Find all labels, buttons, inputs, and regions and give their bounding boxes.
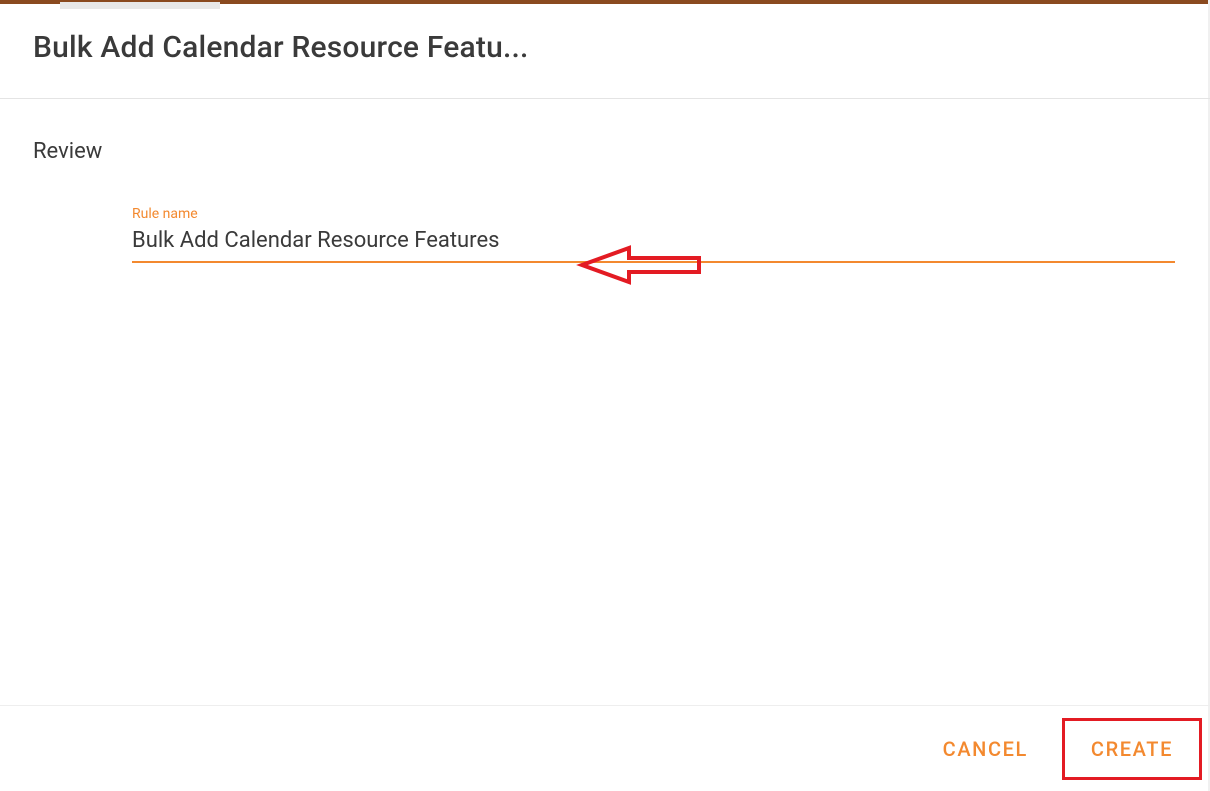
rule-name-field-wrap: Rule name — [132, 206, 1175, 263]
create-button[interactable]: CREATE — [1065, 721, 1199, 777]
dialog-title: Bulk Add Calendar Resource Featu... — [33, 30, 1177, 65]
dialog-footer: CANCEL CREATE — [0, 705, 1210, 791]
dialog-content: Review Rule name — [0, 99, 1210, 705]
create-button-annotation-box: CREATE — [1062, 718, 1202, 780]
dialog-container: Bulk Add Calendar Resource Featu... Revi… — [0, 0, 1210, 791]
rule-name-label: Rule name — [132, 206, 1175, 222]
dialog-header: Bulk Add Calendar Resource Featu... — [0, 0, 1210, 99]
section-title: Review — [33, 139, 1177, 164]
cancel-button[interactable]: CANCEL — [919, 719, 1042, 779]
rule-name-input[interactable] — [132, 226, 1175, 255]
rule-name-input-wrap — [132, 226, 1175, 263]
